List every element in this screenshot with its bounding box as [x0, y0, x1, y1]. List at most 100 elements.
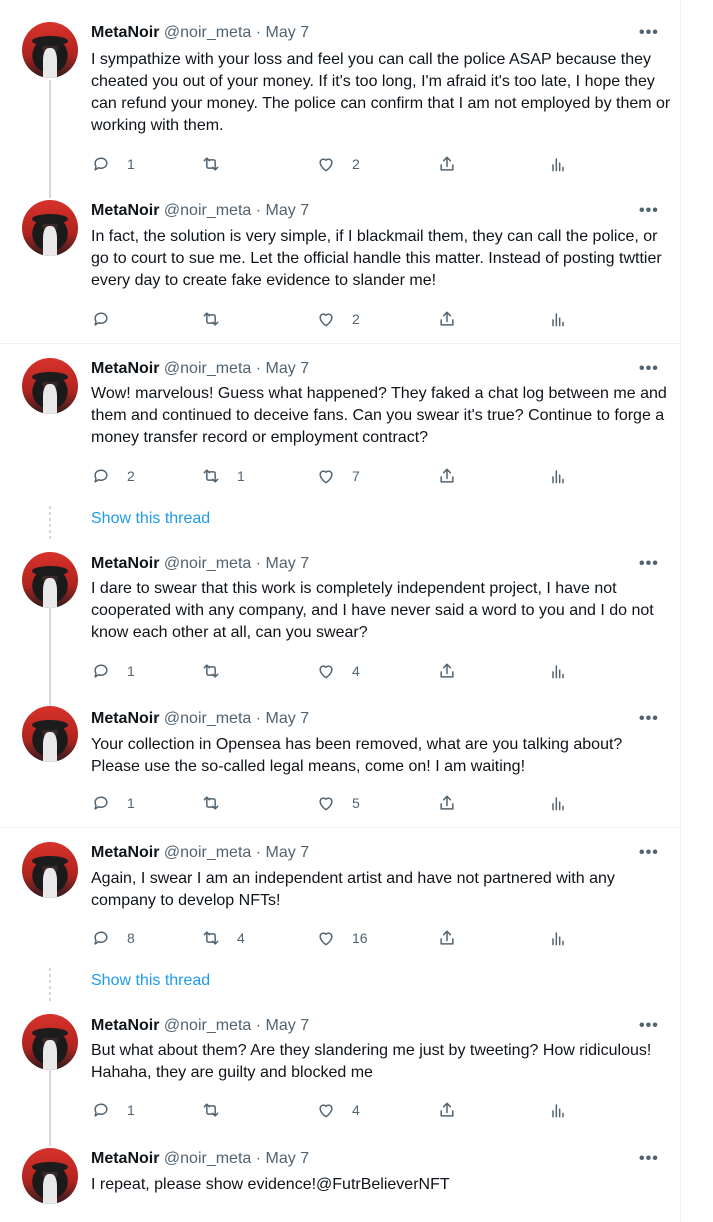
more-options-icon[interactable]: ••• — [639, 844, 659, 862]
handle[interactable]: @noir_meta — [164, 555, 251, 572]
like-count: 2 — [352, 156, 360, 172]
reply-button[interactable]: 1 — [91, 791, 135, 815]
reply-icon — [94, 796, 108, 810]
tweet[interactable]: MetaNoir @noir_meta · May 7 ••• Again, I… — [0, 828, 680, 1002]
handle[interactable]: @noir_meta — [164, 1150, 251, 1167]
more-options-icon[interactable]: ••• — [639, 1150, 659, 1168]
tweet[interactable]: MetaNoir @noir_meta · May 7 ••• Wow! mar… — [0, 344, 680, 540]
tweet[interactable]: MetaNoir @noir_meta · May 7 ••• I sympat… — [0, 0, 680, 200]
avatar[interactable] — [22, 706, 78, 762]
analytics-button[interactable] — [548, 152, 568, 176]
tweet-header: MetaNoir @noir_meta · May 7 — [91, 710, 309, 728]
reply-icon — [94, 157, 108, 171]
retweet-button[interactable] — [201, 791, 237, 815]
avatar[interactable] — [22, 1014, 78, 1070]
timestamp[interactable]: May 7 — [266, 360, 310, 377]
like-button[interactable]: 2 — [316, 307, 360, 331]
more-options-icon[interactable]: ••• — [639, 360, 659, 378]
like-button[interactable]: 4 — [316, 659, 360, 683]
retweet-button[interactable] — [201, 1098, 237, 1122]
heart-icon — [319, 797, 333, 811]
retweet-icon — [203, 312, 219, 326]
analytics-button[interactable] — [548, 464, 568, 488]
analytics-button[interactable] — [548, 791, 568, 815]
handle[interactable]: @noir_meta — [164, 360, 251, 377]
retweet-button[interactable] — [201, 307, 237, 331]
more-options-icon[interactable]: ••• — [639, 202, 659, 220]
tweet[interactable]: MetaNoir @noir_meta · May 7 ••• I repeat… — [0, 1136, 680, 1222]
share-button[interactable] — [437, 926, 457, 950]
display-name[interactable]: MetaNoir — [91, 1017, 159, 1034]
like-button[interactable]: 2 — [316, 152, 360, 176]
avatar[interactable] — [22, 200, 78, 256]
avatar[interactable] — [22, 552, 78, 608]
handle[interactable]: @noir_meta — [164, 1017, 251, 1034]
handle[interactable]: @noir_meta — [164, 24, 251, 41]
timestamp[interactable]: May 7 — [266, 202, 310, 219]
show-thread-link[interactable]: Show this thread — [91, 972, 210, 990]
analytics-button[interactable] — [548, 926, 568, 950]
share-button[interactable] — [437, 464, 457, 488]
display-name[interactable]: MetaNoir — [91, 844, 159, 861]
like-button[interactable]: 16 — [316, 926, 368, 950]
like-count: 5 — [352, 795, 360, 811]
share-button[interactable] — [437, 659, 457, 683]
timestamp[interactable]: May 7 — [266, 1150, 310, 1167]
display-name[interactable]: MetaNoir — [91, 360, 159, 377]
share-button[interactable] — [437, 1098, 457, 1122]
analytics-button[interactable] — [548, 659, 568, 683]
more-options-icon[interactable]: ••• — [639, 24, 659, 42]
tweet-text: In fact, the solution is very simple, if… — [91, 228, 662, 289]
reply-button[interactable]: 1 — [91, 1098, 135, 1122]
reply-count: 1 — [127, 1102, 135, 1118]
timeline: MetaNoir @noir_meta · May 7 ••• I sympat… — [0, 0, 681, 1222]
share-button[interactable] — [437, 791, 457, 815]
share-icon — [440, 156, 454, 171]
handle[interactable]: @noir_meta — [164, 710, 251, 727]
share-button[interactable] — [437, 307, 457, 331]
reply-button[interactable]: 1 — [91, 659, 135, 683]
display-name[interactable]: MetaNoir — [91, 202, 159, 219]
display-name[interactable]: MetaNoir — [91, 710, 159, 727]
like-button[interactable]: 7 — [316, 464, 360, 488]
display-name[interactable]: MetaNoir — [91, 24, 159, 41]
more-options-icon[interactable]: ••• — [639, 1017, 659, 1035]
reply-button[interactable]: 8 — [91, 926, 135, 950]
avatar[interactable] — [22, 1148, 78, 1204]
timestamp[interactable]: May 7 — [266, 844, 310, 861]
reply-button[interactable]: 2 — [91, 464, 135, 488]
avatar[interactable] — [22, 22, 78, 78]
separator-dot: · — [251, 360, 266, 377]
timestamp[interactable]: May 7 — [266, 24, 310, 41]
like-button[interactable]: 4 — [316, 1098, 360, 1122]
tweet-text: Again, I swear I am an independent artis… — [91, 870, 615, 909]
tweet[interactable]: MetaNoir @noir_meta · May 7 ••• I dare t… — [0, 540, 680, 706]
heart-icon — [319, 313, 333, 327]
handle[interactable]: @noir_meta — [164, 844, 251, 861]
display-name[interactable]: MetaNoir — [91, 1150, 159, 1167]
like-button[interactable]: 5 — [316, 791, 360, 815]
timestamp[interactable]: May 7 — [266, 555, 310, 572]
more-options-icon[interactable]: ••• — [639, 710, 659, 728]
retweet-button[interactable] — [201, 659, 237, 683]
more-options-icon[interactable]: ••• — [639, 555, 659, 573]
analytics-button[interactable] — [548, 1098, 568, 1122]
timestamp[interactable]: May 7 — [266, 710, 310, 727]
reply-count: 1 — [127, 795, 135, 811]
retweet-button[interactable]: 4 — [201, 926, 245, 950]
avatar[interactable] — [22, 358, 78, 414]
avatar[interactable] — [22, 842, 78, 898]
reply-button[interactable]: 1 — [91, 152, 135, 176]
handle[interactable]: @noir_meta — [164, 202, 251, 219]
share-button[interactable] — [437, 152, 457, 176]
tweet[interactable]: MetaNoir @noir_meta · May 7 ••• But what… — [0, 1002, 680, 1136]
display-name[interactable]: MetaNoir — [91, 555, 159, 572]
reply-button[interactable] — [91, 307, 127, 331]
timestamp[interactable]: May 7 — [266, 1017, 310, 1034]
analytics-button[interactable] — [548, 307, 568, 331]
tweet[interactable]: MetaNoir @noir_meta · May 7 ••• In fact,… — [0, 200, 680, 343]
show-thread-link[interactable]: Show this thread — [91, 510, 210, 528]
retweet-button[interactable] — [201, 152, 237, 176]
retweet-button[interactable]: 1 — [201, 464, 245, 488]
tweet[interactable]: MetaNoir @noir_meta · May 7 ••• Your col… — [0, 706, 680, 827]
